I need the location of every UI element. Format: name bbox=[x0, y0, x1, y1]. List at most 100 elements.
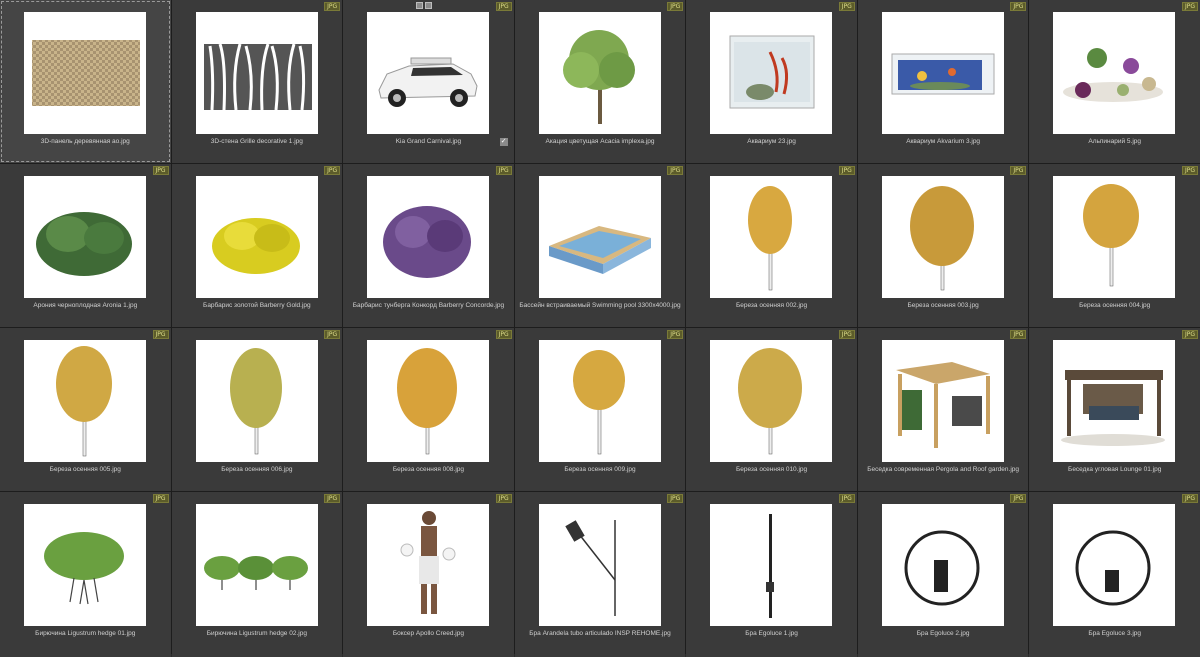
file-name: Kia Grand Carnival.jpg bbox=[395, 138, 462, 145]
thumbnail-cell[interactable]: JPG Береза осенняя 002.jpg bbox=[686, 164, 857, 327]
thumbnail-cell[interactable]: JPG Беседка угловая Lounge 01.jpg bbox=[1029, 328, 1200, 491]
thumbnail-cell[interactable]: JPG Беседка современная Pergola and Roof… bbox=[857, 328, 1029, 491]
file-name: Бра Egoluce 1.jpg bbox=[745, 630, 798, 637]
jpg-badge: JPG bbox=[838, 494, 855, 503]
thumbnail-cell[interactable]: JPG Барбарис золотой Barberry Gold.jpg bbox=[171, 164, 343, 327]
jpg-badge: JPG bbox=[1181, 2, 1198, 11]
thumbnail-cell[interactable]: JPG Береза осенняя 005.jpg bbox=[0, 328, 171, 491]
jpg-badge: JPG bbox=[152, 494, 169, 503]
thumbnail-cell[interactable]: JPG Береза осенняя 009.jpg bbox=[514, 328, 686, 491]
thumbnail-cell[interactable]: JPG Акация цветущая Acacia implexa.jpg bbox=[514, 0, 686, 163]
thumbnail-cell[interactable]: JPG Бра Arandela tubo articulado INSP RE… bbox=[514, 492, 686, 657]
thumbnail-grid: 3D-панель деревянная ao.jpg JPG 3D-стена… bbox=[0, 0, 1200, 657]
rotate-icon[interactable] bbox=[416, 2, 424, 9]
jpg-badge: JPG bbox=[1010, 494, 1027, 503]
file-name: Аквариум Akvarium 3.jpg bbox=[906, 138, 981, 145]
thumbnail-cell[interactable]: JPG Арония черноплодная Aronia 1.jpg bbox=[0, 164, 171, 327]
shrub-thumbnail[interactable] bbox=[195, 176, 318, 298]
file-name: Бра Egoluce 2.jpg bbox=[916, 630, 970, 637]
file-name: Береза осенняя 004.jpg bbox=[1079, 302, 1151, 309]
thumbnail-cell[interactable]: JPG Бирючина Ligustrum hedge 01.jpg bbox=[0, 492, 171, 657]
thumbnail-cell[interactable]: JPG Береза осенняя 008.jpg bbox=[343, 328, 514, 491]
birch-thumbnail[interactable] bbox=[24, 340, 146, 462]
jpg-badge: JPG bbox=[324, 166, 341, 175]
thumbnail-cell[interactable]: JPG Береза осенняя 004.jpg bbox=[1029, 164, 1200, 327]
file-name: 3D-панель деревянная ao.jpg bbox=[40, 138, 130, 145]
jpg-badge: JPG bbox=[838, 330, 855, 339]
car-thumbnail[interactable] bbox=[367, 12, 490, 134]
jpg-badge: JPG bbox=[838, 166, 855, 175]
aquarium-thumbnail[interactable] bbox=[710, 12, 833, 134]
thumbnail-cell[interactable]: JPG Бра Egoluce 2.jpg bbox=[857, 492, 1029, 657]
thumbnail-cell[interactable]: JPG Боксер Apollo Creed.jpg bbox=[343, 492, 514, 657]
thumbnail-cell[interactable]: JPG Аквариум 23.jpg bbox=[686, 0, 857, 163]
file-name: Арония черноплодная Aronia 1.jpg bbox=[33, 302, 138, 309]
ring-lamp-thumbnail[interactable] bbox=[881, 504, 1004, 626]
check-icon[interactable]: ✓ bbox=[499, 138, 508, 146]
jpg-badge: JPG bbox=[152, 330, 169, 339]
jpg-badge: JPG bbox=[667, 330, 684, 339]
pergola-thumbnail[interactable] bbox=[881, 340, 1004, 462]
birch-thumbnail[interactable] bbox=[710, 176, 833, 298]
jpg-badge: JPG bbox=[324, 330, 341, 339]
aquarium-thumbnail[interactable] bbox=[881, 12, 1004, 134]
jpg-badge: JPG bbox=[1010, 166, 1027, 175]
jpg-badge: JPG bbox=[667, 166, 684, 175]
jpg-badge: JPG bbox=[1181, 166, 1198, 175]
thumbnail-cell[interactable]: JPG 3D-стена Grille decorative 1.jpg bbox=[171, 0, 343, 163]
birch-thumbnail[interactable] bbox=[710, 340, 833, 462]
pool-thumbnail[interactable] bbox=[538, 176, 661, 298]
shrub-thumbnail[interactable] bbox=[24, 176, 146, 298]
thumbnail-cell[interactable]: JPG Береза осенняя 006.jpg bbox=[171, 328, 343, 491]
edit-icon[interactable] bbox=[425, 2, 433, 9]
jpg-badge: JPG bbox=[495, 330, 512, 339]
thumbnail-cell[interactable]: JPG Бра Egoluce 1.jpg bbox=[686, 492, 857, 657]
rock-garden-thumbnail[interactable] bbox=[1053, 12, 1176, 134]
file-name: Акация цветущая Acacia implexa.jpg bbox=[545, 138, 655, 145]
jpg-badge: JPG bbox=[1010, 2, 1027, 11]
tree-thumbnail[interactable] bbox=[538, 12, 661, 134]
thumbnail-tools bbox=[416, 2, 433, 9]
thumbnail-cell[interactable]: JPG Барбарис тунберга Конкорд Barberry C… bbox=[343, 164, 514, 327]
file-name: Береза осенняя 006.jpg bbox=[221, 466, 293, 473]
wall-lamp-thumbnail[interactable] bbox=[710, 504, 833, 626]
thumbnail-cell[interactable]: JPG Береза осенняя 003.jpg bbox=[857, 164, 1029, 327]
file-name: Бра Egoluce 3.jpg bbox=[1088, 630, 1142, 637]
hedge-thumbnail[interactable] bbox=[24, 504, 146, 626]
thumbnail-cell[interactable]: 3D-панель деревянная ao.jpg bbox=[0, 0, 171, 163]
file-name: Беседка современная Pergola and Roof gar… bbox=[867, 466, 1019, 473]
grille-thumbnail[interactable] bbox=[195, 12, 318, 134]
birch-thumbnail[interactable] bbox=[195, 340, 318, 462]
jpg-badge: JPG bbox=[152, 166, 169, 175]
jpg-badge: JPG bbox=[495, 166, 512, 175]
boxer-thumbnail[interactable] bbox=[367, 504, 490, 626]
file-name: Боксер Apollo Creed.jpg bbox=[392, 630, 464, 637]
jpg-badge: JPG bbox=[667, 2, 684, 11]
thumbnail-cell[interactable]: JPG Аквариум Akvarium 3.jpg bbox=[857, 0, 1029, 163]
jpg-badge: JPG bbox=[324, 494, 341, 503]
jpg-badge: JPG bbox=[1181, 494, 1198, 503]
wall-lamp-thumbnail[interactable] bbox=[538, 504, 661, 626]
file-name: Аквариум 23.jpg bbox=[747, 138, 796, 145]
file-name: Береза осенняя 005.jpg bbox=[49, 466, 121, 473]
birch-thumbnail[interactable] bbox=[1053, 176, 1176, 298]
file-name: Бирючина Ligustrum hedge 02.jpg bbox=[206, 630, 307, 637]
thumbnail-cell[interactable]: JPG Бассейн встраиваемый Swimming pool 3… bbox=[514, 164, 686, 327]
birch-thumbnail[interactable] bbox=[881, 176, 1004, 298]
birch-thumbnail[interactable] bbox=[538, 340, 661, 462]
file-name: Береза осенняя 008.jpg bbox=[392, 466, 465, 473]
birch-thumbnail[interactable] bbox=[367, 340, 490, 462]
thumbnail-cell[interactable]: JPG Береза осенняя 010.jpg bbox=[686, 328, 857, 491]
file-name: Барбарис тунберга Конкорд Barberry Conco… bbox=[352, 302, 505, 309]
thumbnail-cell[interactable]: JPG Альпинарий 5.jpg bbox=[1029, 0, 1200, 163]
pergola-thumbnail[interactable] bbox=[1053, 340, 1176, 462]
shrub-thumbnail[interactable] bbox=[367, 176, 490, 298]
ring-lamp-thumbnail[interactable] bbox=[1053, 504, 1176, 626]
file-name: Барбарис золотой Barberry Gold.jpg bbox=[203, 302, 311, 309]
thumbnail-cell[interactable]: JPG Бирючина Ligustrum hedge 02.jpg bbox=[171, 492, 343, 657]
file-name: Альпинарий 5.jpg bbox=[1088, 138, 1142, 145]
hedge-thumbnail[interactable] bbox=[195, 504, 318, 626]
thumbnail-cell[interactable]: JPG Kia Grand Carnival.jpg ✓ bbox=[343, 0, 514, 163]
wood-panel-thumbnail[interactable] bbox=[24, 12, 146, 134]
thumbnail-cell[interactable]: JPG Бра Egoluce 3.jpg bbox=[1029, 492, 1200, 657]
